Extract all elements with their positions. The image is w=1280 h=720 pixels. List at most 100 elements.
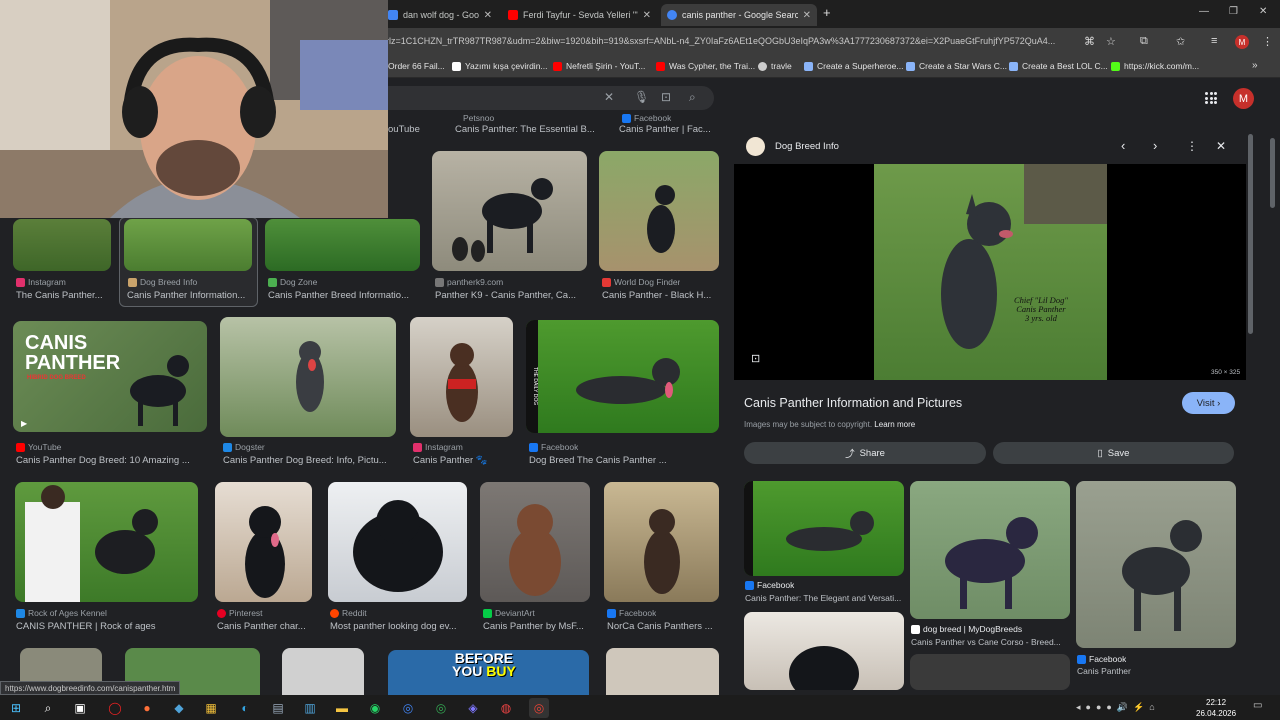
preview-image[interactable]: Chief "Lil Dog" Canis Panther 3 yrs. old: [874, 164, 1107, 380]
save-button[interactable]: ▯ Save: [993, 442, 1234, 464]
close-window-icon[interactable]: ✕: [1259, 6, 1267, 17]
result-caption[interactable]: Most panther looking dog ev...: [330, 621, 465, 632]
result-image[interactable]: [604, 482, 719, 602]
result-image[interactable]: [606, 648, 719, 695]
result-caption[interactable]: Canis Panther Information...: [127, 290, 255, 301]
result-image[interactable]: [215, 482, 312, 602]
browser-tab-active[interactable]: canis panther - Google Search ✕: [661, 4, 817, 26]
previous-icon[interactable]: ‹: [1121, 138, 1125, 153]
bookmark-item[interactable]: Create a Star Wars C...: [906, 61, 1007, 71]
page-scrollbar[interactable]: [1270, 128, 1276, 688]
file-explorer-icon[interactable]: ▬: [332, 698, 352, 718]
result-image[interactable]: [124, 219, 252, 271]
result-caption[interactable]: Panther K9 - Canis Panther, Ca...: [435, 290, 585, 301]
result-image[interactable]: [13, 219, 111, 271]
close-tab-icon[interactable]: ✕: [484, 10, 492, 21]
minimize-icon[interactable]: —: [1199, 6, 1209, 17]
close-tab-icon[interactable]: ✕: [803, 10, 811, 21]
bookmarks-overflow-icon[interactable]: »: [1252, 60, 1258, 71]
result-caption[interactable]: Canis Panther: The Essential B...: [455, 124, 600, 135]
result-caption[interactable]: CANIS PANTHER | Rock of ages: [16, 621, 201, 632]
bookmark-star-icon[interactable]: ☆: [1106, 35, 1116, 48]
result-caption[interactable]: Canis Panther char...: [217, 621, 312, 632]
voice-search-icon[interactable]: 🎙: [634, 90, 649, 104]
share-button[interactable]: ⤴ Share: [744, 442, 986, 464]
close-panel-icon[interactable]: ✕: [1216, 139, 1226, 153]
clear-search-icon[interactable]: ✕: [604, 90, 614, 104]
extensions-icon[interactable]: ⧉: [1140, 35, 1148, 48]
bookmark-item[interactable]: Create a Superheroe...: [804, 61, 903, 71]
result-caption[interactable]: NorCa Canis Panthers ...: [607, 621, 719, 632]
related-image[interactable]: [910, 481, 1070, 619]
notification-icon[interactable]: ▭: [1253, 700, 1262, 711]
bookmark-item[interactable]: Order 66 Fail...: [388, 61, 445, 71]
reading-list-icon[interactable]: ≡: [1211, 35, 1217, 47]
search-icon[interactable]: ⌕: [38, 698, 58, 718]
bookmark-item[interactable]: https://kick.com/m...: [1111, 61, 1199, 71]
bookmark-item[interactable]: Was Cypher, the Trai...: [656, 61, 755, 71]
close-tab-icon[interactable]: ✕: [643, 10, 651, 21]
next-icon[interactable]: ›: [1153, 138, 1157, 153]
opera-icon[interactable]: ◯: [105, 698, 125, 718]
result-caption[interactable]: Canis Panther Dog Breed: 10 Amazing ...: [16, 455, 206, 466]
account-avatar[interactable]: M: [1233, 88, 1254, 109]
result-image[interactable]: [265, 219, 420, 271]
result-image[interactable]: [410, 317, 513, 437]
result-image[interactable]: [599, 151, 719, 271]
result-image[interactable]: [480, 482, 590, 602]
learn-more-link[interactable]: Learn more: [874, 420, 915, 429]
more-options-icon[interactable]: ⋮: [1186, 139, 1198, 153]
translate-icon[interactable]: ⌘: [1084, 35, 1095, 48]
related-caption[interactable]: Canis Panther vs Cane Corso - Breed...: [911, 637, 1071, 647]
result-caption[interactable]: Canis Panther Dog Breed: Info, Pictu...: [223, 455, 393, 466]
google-apps-icon[interactable]: [1205, 92, 1217, 104]
result-caption[interactable]: Canis Panther | Fac...: [619, 124, 719, 135]
more-menu-icon[interactable]: ⋮: [1262, 35, 1273, 48]
result-caption[interactable]: Canis Panther - Black H...: [602, 290, 717, 301]
new-tab-icon[interactable]: +: [823, 5, 831, 20]
result-image[interactable]: [220, 317, 396, 437]
result-caption[interactable]: Canis Panther 🐾: [413, 455, 513, 466]
bookmark-item[interactable]: Create a Best LOL C...: [1009, 61, 1108, 71]
chrome-icon[interactable]: ◎: [431, 698, 451, 718]
obs-icon[interactable]: ◍: [496, 698, 516, 718]
browser-tab[interactable]: Ferdi Tayfur - Sevda Yelleri ""*"- ✕: [502, 4, 657, 26]
app-icon[interactable]: ▥: [300, 698, 320, 718]
result-image[interactable]: BEFORE YOU BUY: [388, 650, 589, 695]
bookmark-item[interactable]: Nefretli Şirin - YouT...: [553, 61, 645, 71]
store-icon[interactable]: ▦: [201, 698, 221, 718]
result-caption[interactable]: Canis Panther Breed Informatio...: [268, 290, 418, 301]
discord-icon[interactable]: ◈: [463, 698, 483, 718]
result-image[interactable]: [15, 482, 198, 602]
result-image[interactable]: [432, 151, 587, 271]
result-image[interactable]: [328, 482, 467, 602]
search-icon[interactable]: ⌕: [689, 90, 696, 105]
result-image[interactable]: CANIS PANTHER HIBRID DOG BREED ▶: [13, 321, 207, 432]
bookmark-item[interactable]: travle: [758, 61, 792, 71]
edge-icon[interactable]: ◐: [235, 698, 255, 718]
panel-source-name[interactable]: Dog Breed Info: [775, 141, 839, 152]
visit-button[interactable]: Visit ›: [1182, 392, 1235, 414]
browser-tab[interactable]: dan wolf dog - Google Se ✕: [382, 4, 498, 26]
result-image[interactable]: [282, 648, 364, 695]
bookmark-item[interactable]: Yazımı kışa çevirdin...: [452, 61, 548, 71]
result-caption[interactable]: The Canis Panther...: [16, 290, 111, 301]
url-field[interactable]: rlz=1C1CHZN_trTR987TR987&udm=2&biw=1920&…: [386, 36, 1076, 46]
task-view-icon[interactable]: ▣: [70, 698, 90, 718]
clock[interactable]: 22:12 26.04.2026: [1196, 697, 1236, 719]
firefox-icon[interactable]: ●: [137, 698, 157, 718]
related-image[interactable]: [1076, 481, 1236, 648]
result-caption[interactable]: Canis Panther by MsF...: [483, 621, 591, 632]
app-icon[interactable]: ▤: [268, 698, 288, 718]
related-image[interactable]: [910, 654, 1070, 690]
chrome-icon[interactable]: ◎: [398, 698, 418, 718]
app-icon[interactable]: ◆: [169, 698, 189, 718]
result-caption[interactable]: Dog Breed The Canis Panther ...: [529, 455, 719, 466]
profile-avatar[interactable]: M: [1235, 35, 1249, 49]
related-caption[interactable]: Canis Panther: The Elegant and Versati..…: [745, 593, 905, 603]
chrome-active-icon[interactable]: ◎: [529, 698, 549, 718]
related-image[interactable]: [744, 612, 904, 690]
related-image[interactable]: [744, 481, 904, 576]
system-tray-icons[interactable]: ◂●●●🔊⚡⌂: [1076, 702, 1160, 713]
windows-start-icon[interactable]: ⊞: [6, 698, 26, 718]
